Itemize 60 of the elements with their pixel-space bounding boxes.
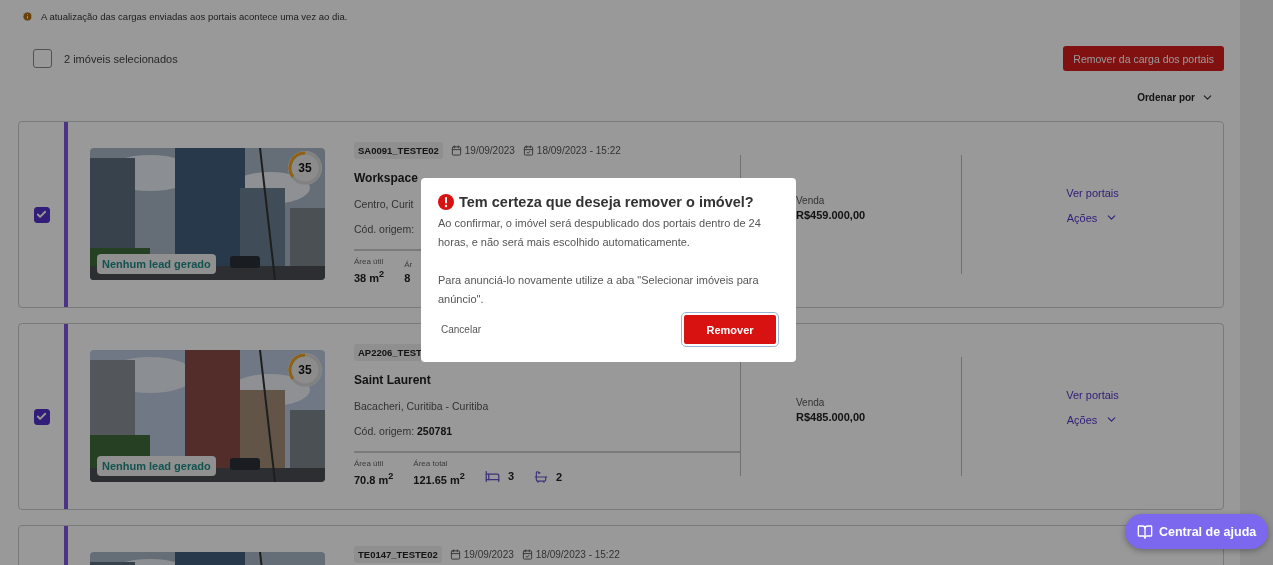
price-label: Venda: [796, 396, 826, 408]
view-portals-link[interactable]: Ver portais: [1066, 389, 1119, 401]
area-value: 38 m$^{2}$: [354, 269, 385, 284]
listing-date: 19/09/2023: [464, 145, 515, 156]
info-icon: [22, 10, 33, 22]
sort-dropdown[interactable]: Ordenar por: [1137, 92, 1195, 103]
actions-dropdown[interactable]: Ações: [1066, 211, 1119, 224]
area-label: Ár: [404, 259, 413, 269]
price-value: R$459.000,00: [796, 208, 867, 221]
lead-tag: Nenhum lead gerado: [97, 254, 216, 274]
listing-date: 18/09/2023 - 15:22: [535, 549, 620, 560]
origin-code: Cód. origem:: [354, 223, 415, 235]
price-label: Venda: [796, 194, 826, 206]
listing-date: 18/09/2023 - 15:22: [536, 145, 621, 156]
listing-checkbox[interactable]: [33, 408, 50, 425]
listing-code: SA0091_TESTE02: [354, 142, 443, 159]
check-icon: [36, 209, 47, 220]
area-label: Área útil: [354, 257, 385, 266]
listing-location: Bacacheri, Curitiba - Curitiba: [354, 400, 489, 412]
select-all-checkbox[interactable]: [33, 49, 52, 68]
listing-title: Saint Laurent: [354, 373, 431, 387]
score-ring: [287, 150, 323, 186]
check-icon: [36, 411, 47, 422]
room-count: 2: [556, 470, 563, 483]
remove-button[interactable]: Remover: [682, 313, 778, 346]
price-value: R$485.000,00: [796, 410, 867, 423]
notice-text: A atualização das cargas enviadas aos portais acontece uma vez ao dia.: [41, 10, 348, 22]
lead-tag: Nenhum lead gerado: [97, 456, 216, 476]
selection-count: 2 imóveis selecionados: [64, 52, 178, 65]
dialog-title: Tem certeza que deseja remover o imóvel?: [459, 194, 754, 210]
area-value: 8: [404, 271, 412, 284]
area-label: Área útil: [354, 459, 385, 468]
remove-from-portals-button[interactable]: Remover da carga dos portais: [1063, 46, 1224, 71]
bed-icon: [484, 468, 500, 484]
calendar-check-icon: [522, 145, 534, 156]
dialog-message: Para anunciá-lo novamente utilize a aba "Selecionar imóveis para anúncio".: [438, 273, 760, 307]
book-icon: [1137, 523, 1153, 540]
score-value: 35: [298, 364, 312, 376]
actions-dropdown[interactable]: Ações: [1066, 413, 1119, 426]
alert-icon: [438, 194, 454, 210]
score-value: 35: [298, 162, 312, 174]
calendar-icon: [449, 549, 461, 560]
calendar-check-icon: [521, 549, 533, 560]
help-center-button[interactable]: Central de ajuda: [1125, 514, 1269, 549]
view-portals-link[interactable]: Ver portais: [1066, 187, 1119, 199]
area-value: 121.65 m$^{2}$: [413, 471, 465, 486]
cancel-button[interactable]: Cancelar: [438, 324, 485, 335]
room-count: 3: [507, 470, 515, 483]
calendar-icon: [450, 145, 462, 156]
listing-code: TE0147_TESTE02: [354, 546, 442, 563]
listing-checkbox[interactable]: [33, 206, 50, 223]
area-value: 70.8 m$^{2}$: [354, 471, 394, 486]
listing-title: Workspace: [354, 171, 418, 185]
area-label: Área total: [413, 459, 449, 468]
listing-date: 19/09/2023: [463, 549, 514, 560]
listing-location: Centro, Curit: [354, 198, 414, 210]
dialog-message: Ao confirmar, o imóvel será despublicado dos portais dentro de 24 horas, e não será mais escolhido automaticamente.: [438, 216, 762, 250]
origin-code: Cód. origem: 250781: [354, 425, 453, 437]
bathtub-icon: [534, 469, 549, 484]
score-ring: [287, 352, 323, 388]
